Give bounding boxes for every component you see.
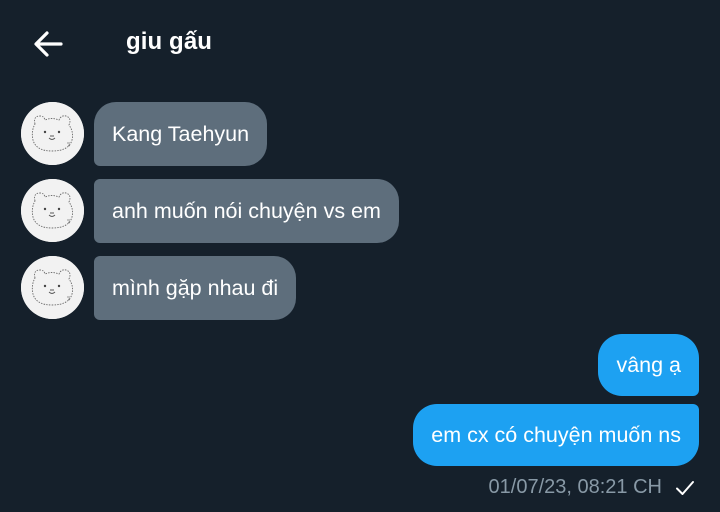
message-timestamp: 01/07/23, 08:21 CH bbox=[488, 476, 662, 498]
dm-conversation-screen: giu gấu Kang Taehyun anh muốn nói chuyện… bbox=[0, 0, 720, 512]
bear-sketch-avatar bbox=[21, 256, 84, 319]
message-bubble-incoming[interactable]: Kang Taehyun bbox=[94, 102, 268, 166]
sender-avatar[interactable] bbox=[21, 179, 84, 242]
sender-avatar[interactable] bbox=[21, 256, 84, 319]
bear-sketch-avatar bbox=[21, 179, 84, 242]
message-bubble-incoming[interactable]: anh muốn nói chuyện vs em bbox=[94, 179, 399, 243]
conversation-header: giu gấu bbox=[0, 0, 720, 86]
sender-avatar[interactable] bbox=[21, 102, 84, 165]
arrow-left-icon bbox=[34, 31, 63, 57]
back-button[interactable] bbox=[28, 24, 68, 64]
message-status: 01/07/23, 08:21 CH bbox=[489, 476, 696, 499]
bear-sketch-avatar bbox=[21, 102, 84, 165]
message-bubble-outgoing[interactable]: vâng ạ bbox=[598, 334, 699, 396]
conversation-title[interactable]: giu gấu bbox=[126, 28, 212, 56]
message-bubble-outgoing[interactable]: em cx có chuyện muốn ns bbox=[413, 404, 699, 466]
checkmark-icon bbox=[676, 480, 694, 495]
message-bubble-incoming[interactable]: mình gặp nhau đi bbox=[94, 256, 297, 320]
